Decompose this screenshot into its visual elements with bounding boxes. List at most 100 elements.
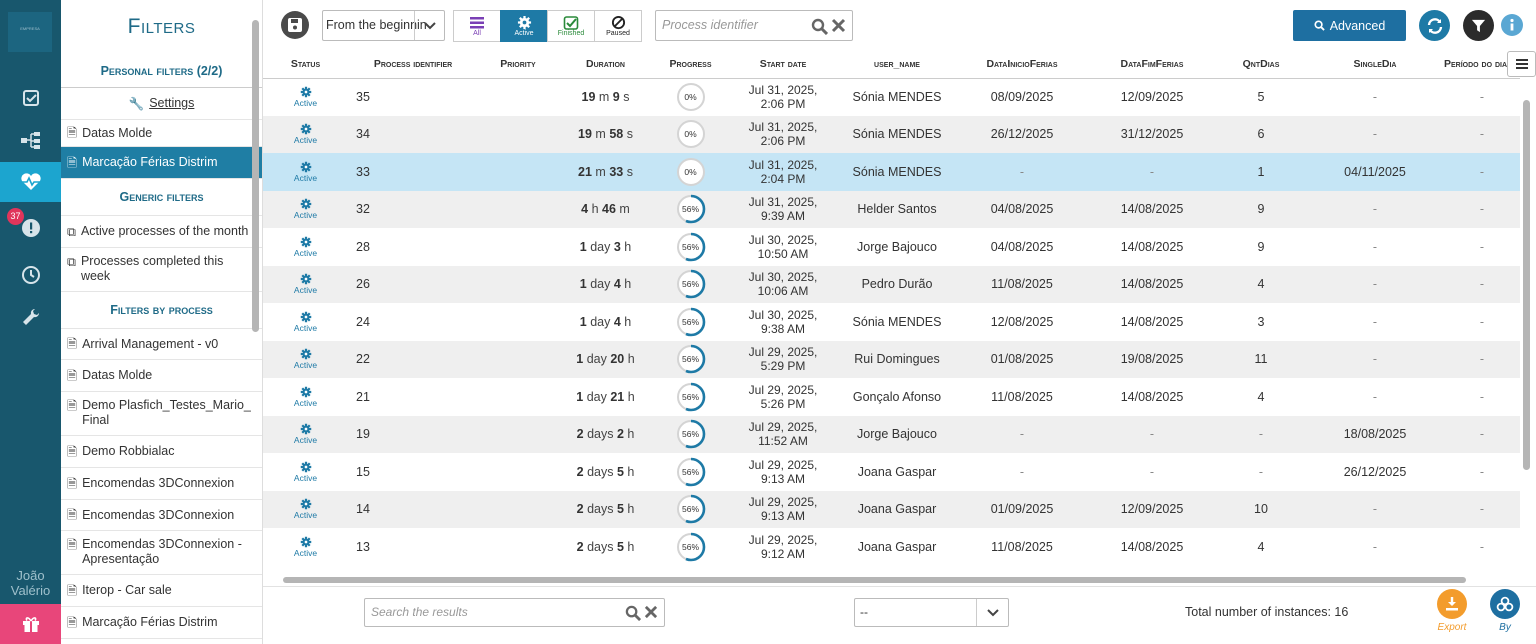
personal-filter-item-selected[interactable]: 🗎 Marcação Férias Distrim xyxy=(61,147,262,179)
process-id-cell[interactable]: 32 xyxy=(348,190,478,228)
status-cell[interactable]: Active xyxy=(263,78,348,116)
status-segment-active[interactable]: Active xyxy=(500,10,548,42)
status-cell[interactable]: Active xyxy=(263,228,348,266)
process-id-cell[interactable]: 34 xyxy=(348,115,478,153)
process-id-cell[interactable]: 26 xyxy=(348,265,478,303)
filters-scrollbar[interactable] xyxy=(250,0,261,644)
process-filter-item[interactable]: 🗎 Encomendas 3DConnexion - Apresentação xyxy=(61,531,262,575)
scrollbar-thumb[interactable] xyxy=(283,577,1466,583)
document-icon: 🗎 xyxy=(67,615,78,630)
monitoring-nav-icon[interactable] xyxy=(0,162,61,202)
advanced-search-button[interactable]: Advanced xyxy=(1293,10,1406,41)
save-filter-button[interactable] xyxy=(281,11,309,39)
column-header-user-name[interactable]: user_name xyxy=(838,50,956,79)
status-cell[interactable]: Active xyxy=(263,415,348,453)
table-row[interactable]: Active 21 1 day 21 h 56% Jul 29, 2025, 5:26 … xyxy=(263,378,1520,416)
column-header-qnt-dias[interactable]: QntDias xyxy=(1216,50,1306,79)
process-id-cell[interactable]: 14 xyxy=(348,490,478,528)
column-header-data-fim-ferias[interactable]: DataFimFerias xyxy=(1088,50,1216,79)
processes-nav-icon[interactable] xyxy=(0,120,61,160)
gift-icon[interactable] xyxy=(0,604,61,644)
status-label: Active xyxy=(293,547,318,558)
info-icon[interactable] xyxy=(1501,14,1523,36)
column-header-process-identifier[interactable]: Process identifier xyxy=(348,50,478,79)
search-icon[interactable] xyxy=(625,605,641,621)
column-header-single-dia[interactable]: SingleDia xyxy=(1306,50,1444,79)
generic-filter-item[interactable]: ⧉ Active processes of the month xyxy=(61,216,262,248)
table-horizontal-scrollbar[interactable] xyxy=(263,574,1520,586)
column-header-priority[interactable]: Priority xyxy=(478,50,558,79)
process-id-cell[interactable]: 22 xyxy=(348,340,478,378)
column-header-duration[interactable]: Duration xyxy=(558,50,653,79)
status-cell[interactable]: Active xyxy=(263,528,348,566)
search-icon[interactable] xyxy=(811,18,828,35)
results-per-page-select[interactable]: -- xyxy=(854,598,1009,627)
process-id-cell[interactable]: 15 xyxy=(348,453,478,491)
process-filter-item[interactable]: 🗎 Marcação Férias Distrim xyxy=(61,607,262,639)
table-row[interactable]: Active 28 1 day 3 h 56% Jul 30, 2025, 10:50 … xyxy=(263,228,1520,266)
column-header-start-date[interactable]: Start date xyxy=(728,50,838,79)
filter-toggle-button[interactable] xyxy=(1463,10,1494,41)
table-row[interactable]: Active 32 4 h 46 m 56% Jul 31, 2025, 9:39 AM… xyxy=(263,190,1520,228)
status-segment-paused[interactable]: Paused xyxy=(594,10,642,42)
table-row[interactable]: Active 15 2 days 5 h 56% Jul 29, 2025, 9:13 … xyxy=(263,453,1520,491)
table-row[interactable]: Active 13 2 days 5 h 56% Jul 29, 2025, 9:12 … xyxy=(263,528,1520,566)
process-filter-item[interactable]: 🗎 Demo Plasfich_Testes_Mario_Final xyxy=(61,392,262,436)
process-id-cell[interactable]: 19 xyxy=(348,415,478,453)
table-row[interactable]: Active 14 2 days 5 h 56% Jul 29, 2025, 9:13 … xyxy=(263,490,1520,528)
status-cell[interactable]: Active xyxy=(263,153,348,191)
clear-icon[interactable] xyxy=(644,605,658,619)
history-nav-icon[interactable] xyxy=(0,255,61,295)
process-filter-item[interactable]: 🗎 Demo Robbialac xyxy=(61,436,262,468)
table-row[interactable]: Active 24 1 day 4 h 56% Jul 30, 2025, 9:38 A… xyxy=(263,303,1520,341)
status-cell[interactable]: Active xyxy=(263,378,348,416)
export-button[interactable]: Export xyxy=(1432,589,1472,633)
table-row[interactable]: Active 34 19 m 58 s 0% Jul 31, 2025, 2:06 PM… xyxy=(263,115,1520,153)
wrench-nav-icon[interactable] xyxy=(0,297,61,337)
process-id-cell[interactable]: 24 xyxy=(348,303,478,341)
user-name[interactable]: João Valério xyxy=(0,568,61,598)
start-date-cell: Jul 29, 2025, 9:13 AM xyxy=(728,453,838,491)
status-cell[interactable]: Active xyxy=(263,453,348,491)
status-cell[interactable]: Active xyxy=(263,115,348,153)
process-id-cell[interactable]: 21 xyxy=(348,378,478,416)
scrollbar-thumb[interactable] xyxy=(1523,100,1530,470)
process-filter-item[interactable]: 🗎 Datas Molde xyxy=(61,360,262,392)
status-segment-finished[interactable]: Finished xyxy=(547,10,595,42)
column-header-progress[interactable]: Progress xyxy=(653,50,728,79)
process-id-cell[interactable]: 13 xyxy=(348,528,478,566)
table-row[interactable]: Active 19 2 days 2 h 56% Jul 29, 2025, 11:52… xyxy=(263,415,1520,453)
clear-icon[interactable] xyxy=(831,18,846,33)
status-segment-all[interactable]: All xyxy=(453,10,501,42)
status-cell[interactable]: Active xyxy=(263,303,348,341)
column-header-status[interactable]: Status xyxy=(263,50,348,79)
process-filter-item[interactable]: 🗎 Encomendas 3DConnexion xyxy=(61,500,262,531)
process-filter-item[interactable]: 🗎 Encomendas 3DConnexion xyxy=(61,468,262,500)
status-cell[interactable]: Active xyxy=(263,190,348,228)
date-range-select[interactable]: From the beginnin xyxy=(322,10,445,41)
process-id-cell[interactable]: 33 xyxy=(348,153,478,191)
status-cell[interactable]: Active xyxy=(263,490,348,528)
process-id-cell[interactable]: 35 xyxy=(348,78,478,116)
filter-settings-link[interactable]: 🔧 Settings xyxy=(61,88,262,120)
column-header-data-inicio-ferias[interactable]: DataInicioFerias xyxy=(956,50,1088,79)
by-button[interactable]: By xyxy=(1485,589,1525,633)
search-results-input[interactable]: Search the results xyxy=(364,598,665,627)
process-filter-item[interactable]: 🗎 Arrival Management - v0 xyxy=(61,329,262,360)
table-row[interactable]: Active 22 1 day 20 h 56% Jul 29, 2025, 5:29 … xyxy=(263,340,1520,378)
generic-filter-item[interactable]: ⧉ Processes completed this week xyxy=(61,248,262,292)
status-cell[interactable]: Active xyxy=(263,265,348,303)
table-row[interactable]: Active 35 19 m 9 s 0% Jul 31, 2025, 2:06 PM S… xyxy=(263,78,1520,116)
personal-filter-item[interactable]: 🗎 Datas Molde xyxy=(61,120,262,147)
process-id-cell[interactable]: 28 xyxy=(348,228,478,266)
refresh-button[interactable] xyxy=(1419,10,1450,41)
table-row[interactable]: Active 26 1 day 4 h 56% Jul 30, 2025, 10:06 … xyxy=(263,265,1520,303)
process-identifier-input[interactable]: Process identifier xyxy=(655,10,853,41)
scrollbar-thumb[interactable] xyxy=(252,20,259,332)
process-filter-item[interactable]: 🗎 Iterop - Car sale xyxy=(61,575,262,607)
tasks-nav-icon[interactable] xyxy=(0,78,61,118)
status-cell[interactable]: Active xyxy=(263,340,348,378)
table-row[interactable]: Active 33 21 m 33 s 0% Jul 31, 2025, 2:04 PM… xyxy=(263,153,1520,191)
column-menu-button[interactable] xyxy=(1507,51,1536,77)
table-vertical-scrollbar[interactable] xyxy=(1520,85,1536,575)
